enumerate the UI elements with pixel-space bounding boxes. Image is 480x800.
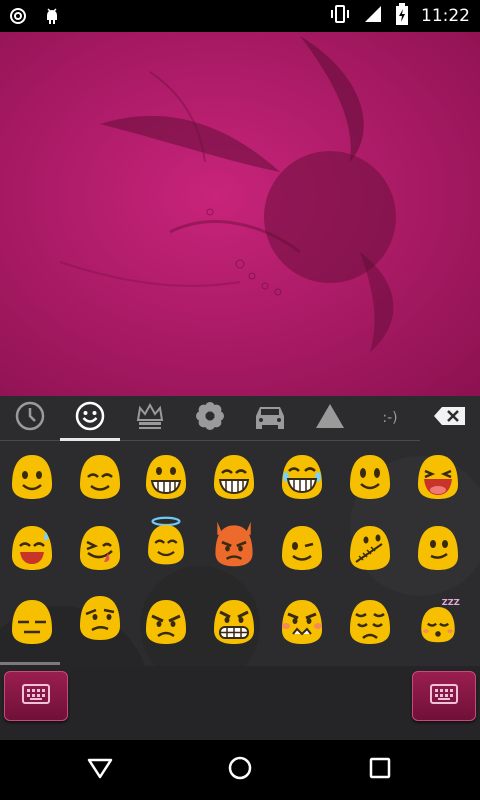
- emoji-sleepy[interactable]: ZZZ: [412, 594, 464, 646]
- emoji-grid: ZZZ: [0, 446, 480, 662]
- emoji-zipper-mouth[interactable]: [344, 522, 396, 574]
- recents-icon: [369, 757, 391, 783]
- emoji-innocent[interactable]: [140, 516, 192, 568]
- tab-places[interactable]: [240, 396, 300, 440]
- switch-keyboard-button-left[interactable]: [4, 671, 68, 721]
- emoji-unamused[interactable]: [74, 592, 126, 644]
- emoji-expressionless[interactable]: [6, 596, 58, 648]
- switch-keyboard-button-right[interactable]: [412, 671, 476, 721]
- recents-button[interactable]: [360, 754, 400, 786]
- keyboard-icon: [430, 684, 458, 708]
- tab-nature[interactable]: [180, 396, 240, 440]
- target-icon: [8, 6, 28, 30]
- signal-icon: [363, 4, 383, 28]
- emoji-smile[interactable]: [6, 451, 58, 503]
- emoji-angry[interactable]: [140, 596, 192, 648]
- page-scroll-indicator: [0, 662, 60, 665]
- vibrate-icon: [329, 4, 351, 28]
- back-icon: [87, 756, 113, 784]
- emoji-sweat-smile[interactable]: [6, 522, 58, 574]
- flower-icon: [194, 400, 226, 436]
- delete-button[interactable]: [420, 396, 480, 440]
- tab-smileys[interactable]: [60, 396, 120, 440]
- emoji-category-tabs: :-): [0, 396, 480, 441]
- triangle-icon: [314, 402, 346, 434]
- svg-text:ZZZ: ZZZ: [442, 597, 460, 607]
- keyboard-icon: [22, 684, 50, 708]
- tab-emoticons[interactable]: :-): [360, 396, 420, 440]
- tab-symbols[interactable]: [300, 396, 360, 440]
- smiley-icon: [74, 400, 106, 436]
- emoji-pouting[interactable]: [276, 596, 328, 648]
- emoji-blush[interactable]: [74, 451, 126, 503]
- status-bar: 11:22: [0, 0, 480, 32]
- emoji-joy[interactable]: [276, 451, 328, 503]
- emoji-smiley[interactable]: [344, 451, 396, 503]
- emoji-imp[interactable]: [208, 518, 260, 570]
- crown-icon: [134, 400, 166, 436]
- tab-objects[interactable]: [120, 396, 180, 440]
- emoticon-label: :-): [382, 410, 398, 426]
- back-button[interactable]: [80, 754, 120, 786]
- navigation-bar: [0, 740, 480, 800]
- android-icon: [42, 6, 62, 30]
- battery-charging-icon: [395, 3, 409, 29]
- emoji-grin[interactable]: [140, 451, 192, 503]
- emoji-laughing[interactable]: [412, 451, 464, 503]
- emoji-grimacing[interactable]: [208, 596, 260, 648]
- home-button[interactable]: [220, 754, 260, 786]
- emoji-wink[interactable]: [276, 522, 328, 574]
- home-icon: [227, 755, 253, 785]
- emoji-slight-smile[interactable]: [412, 522, 464, 574]
- wallpaper: [0, 32, 480, 396]
- emoji-grinning[interactable]: [208, 451, 260, 503]
- selected-tab-indicator: [60, 438, 120, 441]
- backspace-icon: [433, 406, 467, 430]
- clock-time: 11:22: [421, 6, 470, 26]
- clock-icon: [14, 400, 46, 436]
- emoji-pensive[interactable]: [344, 596, 396, 648]
- emoji-keyboard: :-) ZZZ: [0, 396, 480, 740]
- emoji-squint-laugh[interactable]: [74, 522, 126, 574]
- car-icon: [253, 402, 287, 434]
- tab-recent[interactable]: [0, 396, 60, 440]
